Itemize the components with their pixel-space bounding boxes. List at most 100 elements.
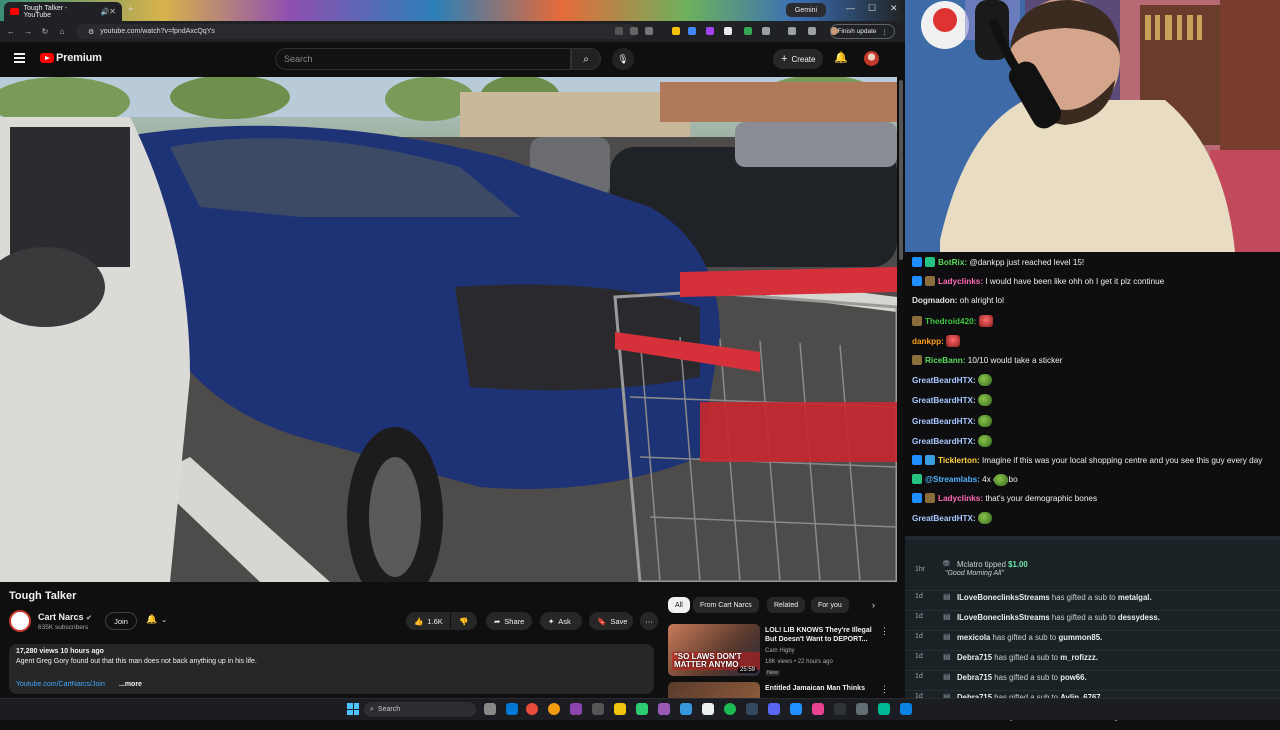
chat-username[interactable]: Ladyclinks: <box>938 277 983 286</box>
close-window-icon[interactable]: ✕ <box>890 3 898 14</box>
back-icon[interactable]: ← <box>5 27 17 36</box>
app-icon[interactable] <box>680 703 692 715</box>
chat-username[interactable]: Ticklerton: <box>938 456 980 465</box>
notifications-bell-icon[interactable]: 🔔 <box>834 51 848 64</box>
channel-avatar[interactable] <box>9 610 31 632</box>
chat-username[interactable]: Dogmadon: <box>912 296 957 305</box>
chip-all[interactable]: All <box>668 597 690 613</box>
chat-username[interactable]: BotRix: <box>938 258 967 267</box>
recommendation-title[interactable]: Entitled Jamaican Man Thinks <box>765 685 865 692</box>
chip-from-channel[interactable]: From Cart Narcs <box>693 597 759 613</box>
chat-username[interactable]: GreatBeardHTX: <box>912 376 976 385</box>
bookmark-star-icon[interactable] <box>645 27 653 35</box>
file-explorer-icon[interactable] <box>614 703 626 715</box>
save-button[interactable]: 🔖 Save <box>589 612 633 630</box>
show-more-link[interactable]: ...more <box>119 681 142 688</box>
app-icon[interactable] <box>856 703 868 715</box>
tab-youtube[interactable]: Tough Talker - YouTube 🔊 ✕ <box>4 2 122 21</box>
app-icon[interactable] <box>636 703 648 715</box>
recommendation-thumbnail[interactable] <box>668 682 760 698</box>
speaker-icon[interactable]: 🔊 <box>101 8 110 16</box>
windows-start-icon[interactable] <box>347 703 359 715</box>
extension-icon[interactable] <box>688 27 696 35</box>
create-button[interactable]: + Create <box>773 49 824 69</box>
spotify-icon[interactable] <box>724 703 736 715</box>
app-icon[interactable] <box>878 703 890 715</box>
join-button[interactable]: Join <box>105 612 137 630</box>
page-scrollbar-thumb[interactable] <box>899 80 903 260</box>
discord-icon[interactable] <box>768 703 780 715</box>
site-info-icon[interactable]: ⚙ <box>88 28 94 36</box>
edge-icon[interactable] <box>506 703 518 715</box>
account-avatar[interactable] <box>864 51 879 66</box>
forward-icon[interactable]: → <box>22 27 34 36</box>
extension-icon[interactable] <box>672 27 680 35</box>
chat-username[interactable]: Thedroid420: <box>925 317 976 326</box>
zoom-icon[interactable] <box>615 27 623 35</box>
app-icon[interactable] <box>900 703 912 715</box>
chat-message: dankpp: <box>912 334 1273 348</box>
chat-username[interactable]: GreatBeardHTX: <box>912 396 976 405</box>
search-input[interactable]: Search <box>275 48 571 70</box>
url-field[interactable]: ⚙ youtube.com/watch?v=fpndAxcQqYs <box>76 24 636 39</box>
channel-name[interactable]: Cart Narcs ✔ <box>38 612 92 622</box>
app-icon[interactable] <box>702 703 714 715</box>
extensions-puzzle-icon[interactable] <box>762 27 770 35</box>
home-icon[interactable]: ⌂ <box>56 27 68 36</box>
chat-username[interactable]: dankpp: <box>912 337 944 346</box>
extension-icon[interactable] <box>706 27 714 35</box>
chat-username[interactable]: RiceBann: <box>925 356 966 365</box>
tab-gemini[interactable]: Gemini <box>786 3 826 17</box>
subscription-bell-dropdown[interactable]: 🔔 ⌄ <box>146 614 167 625</box>
task-view-icon[interactable] <box>484 703 496 715</box>
video-player[interactable] <box>0 77 897 582</box>
search-button[interactable]: ⌕ <box>571 48 601 70</box>
maximize-icon[interactable]: ☐ <box>868 3 876 14</box>
extension-icon[interactable] <box>724 27 732 35</box>
sidepanel-icon[interactable] <box>788 27 796 35</box>
finish-update-button[interactable]: Finish update ⋮ <box>830 24 895 39</box>
chip-related[interactable]: Related <box>767 597 806 613</box>
new-tab-icon[interactable]: + <box>128 4 133 14</box>
taskbar-search[interactable]: ⌕ Search <box>364 702 476 717</box>
chat-username[interactable]: Ladyclinks: <box>938 494 983 503</box>
chevron-right-icon[interactable]: › <box>872 600 875 610</box>
app-icon[interactable] <box>592 703 604 715</box>
more-actions-button[interactable]: ⋯ <box>640 612 658 630</box>
install-icon[interactable] <box>630 27 638 35</box>
chat-message: Thedroid420: <box>912 314 1273 328</box>
download-icon[interactable] <box>808 27 816 35</box>
chrome-icon[interactable] <box>526 703 538 715</box>
recommendation-channel[interactable]: Cam Higby <box>765 648 795 654</box>
chat-username[interactable]: GreatBeardHTX: <box>912 437 976 446</box>
app-icon[interactable] <box>834 703 846 715</box>
chat-text: 10/10 would take a sticker <box>967 355 1063 365</box>
recommendation-title[interactable]: LOL! LIB KNOWS They're Illegal But Doesn… <box>765 626 875 644</box>
app-icon[interactable] <box>812 703 824 715</box>
youtube-logo[interactable]: Premium <box>40 52 102 64</box>
chat-username[interactable]: @Streamlabs: <box>925 475 980 484</box>
kebab-menu-icon[interactable]: ⋮ <box>880 684 889 695</box>
chat-username[interactable]: GreatBeardHTX: <box>912 417 976 426</box>
join-link[interactable]: Youtube.com/CartNarcs/Join <box>16 681 105 688</box>
description-box[interactable]: 17,280 views 10 hours ago Agent Greg Gor… <box>9 644 654 694</box>
minimize-icon[interactable]: — <box>846 3 855 13</box>
share-button[interactable]: ➦ Share <box>486 612 532 630</box>
app-icon[interactable] <box>658 703 670 715</box>
extension-icon[interactable] <box>744 27 752 35</box>
reload-icon[interactable]: ↻ <box>39 27 51 36</box>
hamburger-menu-icon[interactable] <box>14 53 25 63</box>
chat-username[interactable]: GreatBeardHTX: <box>912 514 976 523</box>
app-icon[interactable] <box>570 703 582 715</box>
kebab-menu-icon[interactable]: ⋮ <box>880 626 889 637</box>
chip-for-you[interactable]: For you <box>811 597 849 613</box>
like-button[interactable]: 👍 1.6K <box>406 612 450 630</box>
recommendation-thumbnail[interactable]: "SO LAWS DON'T MATTER ANYMO 25:59 <box>668 624 760 676</box>
app-icon[interactable] <box>790 703 802 715</box>
close-tab-icon[interactable]: ✕ <box>109 7 116 16</box>
voice-search-button[interactable]: 🎙 <box>612 48 634 70</box>
ask-button[interactable]: ✦ Ask <box>540 612 582 630</box>
app-icon[interactable] <box>746 703 758 715</box>
app-icon[interactable] <box>548 703 560 715</box>
dislike-button[interactable]: 👎 <box>451 612 477 630</box>
